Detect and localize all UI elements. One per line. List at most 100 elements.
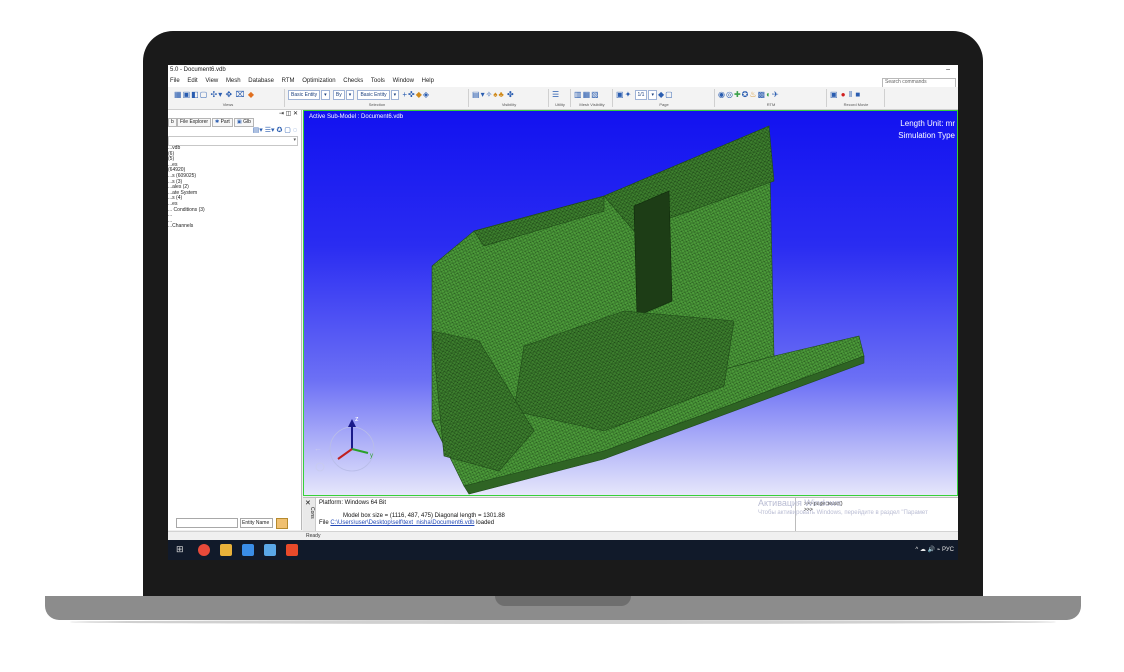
menu-file[interactable]: File: [170, 78, 180, 84]
window-title: 5.0 - Document6.vdb: [170, 67, 226, 73]
length-unit-label: Length Unit: mr: [900, 119, 955, 128]
laptop-shadow: [70, 620, 1056, 624]
menu-bar: File Edit View Mesh Database RTM Optimiz…: [168, 77, 958, 88]
tree-filter-select[interactable]: ▾: [168, 136, 298, 146]
rtm-group: ◉◎✚✪♨▩◐✈ RTM: [716, 89, 827, 107]
select-by-dropdown[interactable]: ▾: [345, 90, 355, 100]
simulation-type-label: Simulation Type: [898, 131, 955, 140]
record-movie-group-label: Record Movie: [843, 102, 869, 107]
task-view-icon[interactable]: ⊞: [176, 544, 188, 556]
utility-group-label: Utility: [555, 102, 565, 107]
picker-icon[interactable]: ◆: [416, 90, 422, 99]
mesh-model[interactable]: [304, 111, 958, 496]
utility-icons[interactable]: ☰: [552, 90, 560, 100]
record-icon[interactable]: ●: [841, 90, 846, 99]
glb-icon: ▣: [237, 119, 242, 125]
pause-icon[interactable]: ‖: [849, 90, 852, 99]
visibility-group: ▤▾✧♠♣ ✤ Visibility: [470, 89, 549, 107]
visibility-group-label: Visibility: [501, 102, 517, 107]
3d-viewport[interactable]: Active Sub-Model : Document6.vdb Length …: [303, 110, 958, 496]
filter-icon[interactable]: ◈: [423, 90, 429, 99]
inner-slot: [633, 190, 673, 317]
secondary-entity-dropdown[interactable]: ▾: [390, 90, 400, 100]
model-tree-panel: ⇥ ◫ ✕ b File Explorer ✱ Part ▣ Glb ▤▾ ☰▾…: [168, 110, 302, 530]
model-tree: ...vdb (6) (5) ...es (64920) ...s (60902…: [168, 145, 298, 230]
rtm-icons[interactable]: ◉◎✚✪♨▩◐✈: [718, 90, 780, 100]
rotate-left-icon: ←: [314, 444, 322, 453]
mesh-visibility-icons[interactable]: ▥▦▧: [574, 90, 600, 100]
console-tab-label[interactable]: Cons: [309, 507, 315, 519]
minimize-button[interactable]: –: [946, 66, 950, 73]
powerpoint-icon[interactable]: [286, 544, 298, 556]
tab-partial[interactable]: b: [168, 118, 177, 127]
menu-checks[interactable]: Checks: [343, 78, 363, 84]
ribbon-toolbar: ▦▣◧▢ ✣▾ ✥ ⌧ ◆ Views Basic Entity ▾ By ▾ Ba…: [168, 87, 958, 110]
menu-window[interactable]: Window: [393, 78, 414, 84]
views-group: ▦▣◧▢ ✣▾ ✥ ⌧ ◆ Views: [172, 89, 285, 107]
menu-help[interactable]: Help: [422, 78, 434, 84]
close-icon[interactable]: ✕: [305, 499, 311, 507]
chevron-down-icon: ▾: [293, 137, 296, 143]
tab-part[interactable]: ✱ Part: [212, 118, 233, 127]
zoom-icon: [315, 462, 325, 472]
select-by-select[interactable]: By: [332, 90, 345, 100]
secondary-entity-select[interactable]: Basic Entity: [357, 90, 390, 100]
select-icon[interactable]: ✜: [408, 90, 415, 99]
page-group: ▣✦ 1/1 ▾ ◆▢ Page: [614, 89, 715, 107]
axis-z-label: z: [355, 416, 359, 423]
menu-tools[interactable]: Tools: [371, 78, 385, 84]
store-icon[interactable]: [242, 544, 254, 556]
menu-rtm[interactable]: RTM: [282, 78, 295, 84]
status-text: Ready: [306, 533, 321, 539]
title-bar: 5.0 - Document6.vdb –: [168, 65, 958, 77]
page-group-label: Page: [659, 102, 669, 107]
mesh-visibility-group: ▥▦▧ Mesh Visibility: [572, 89, 613, 107]
tree-item[interactable]: ...Channels: [168, 224, 298, 230]
platform-line: Platform: Windows 64 Bit: [319, 500, 387, 506]
file-path-link[interactable]: C:\Users\user\Desktop\self\text_nisha\Do…: [330, 520, 474, 526]
tab-file-explorer[interactable]: File Explorer: [177, 118, 212, 127]
screen: 5.0 - Document6.vdb – File Edit View Mes…: [168, 65, 958, 560]
visibility-icons[interactable]: ▤▾✧♠♣ ✤: [472, 90, 515, 100]
activation-watermark-title: Активация Windows: [758, 498, 841, 508]
menu-edit[interactable]: Edit: [187, 78, 197, 84]
entity-type-select[interactable]: Basic Entity: [288, 90, 321, 100]
page-icon[interactable]: ▣: [616, 90, 624, 99]
windows-taskbar: ⊞ ^ ☁ 🔊 ⌁ РУС: [168, 540, 958, 560]
stop-icon[interactable]: ■: [855, 90, 860, 99]
plus-icon[interactable]: +: [402, 90, 407, 99]
page-frame-icon[interactable]: ▢: [665, 90, 673, 99]
entity-filter-bar: Entity Name: [176, 518, 296, 529]
axis-triad-icon[interactable]: z y ←: [310, 411, 380, 481]
selection-group-label: Selection: [368, 102, 386, 107]
menu-optimization[interactable]: Optimization: [302, 78, 335, 84]
app-icon[interactable]: [264, 544, 276, 556]
filter-value-select[interactable]: [176, 518, 238, 528]
page-add-icon[interactable]: ✦: [625, 90, 632, 99]
part-icon: ✱: [215, 119, 220, 125]
filter-apply-button[interactable]: [276, 518, 288, 529]
tree-tools-icons[interactable]: ▤▾ ☰▾ ✪ ▢ ◌: [253, 126, 297, 134]
page-select[interactable]: 1/1: [634, 90, 648, 100]
views-group-label: Views: [222, 102, 234, 107]
chrome-icon[interactable]: [198, 544, 210, 556]
axis-y-label: y: [370, 453, 373, 459]
tab-glb[interactable]: ▣ Glb: [234, 118, 254, 127]
laptop-notch: [495, 596, 631, 606]
views-icons[interactable]: ▦▣◧▢ ✣▾ ✥ ⌧ ◆: [174, 90, 255, 100]
camera-icon[interactable]: ▣: [830, 90, 838, 99]
menu-mesh[interactable]: Mesh: [226, 78, 241, 84]
selection-group: Basic Entity ▾ By ▾ Basic Entity ▾ +✜◆◈ Sel…: [286, 89, 469, 107]
page-nav-icon[interactable]: ◆: [658, 90, 664, 99]
record-movie-group: ▣ ● ‖ ■ Record Movie: [828, 89, 885, 107]
entity-name-select[interactable]: Entity Name: [240, 518, 273, 528]
menu-view[interactable]: View: [205, 78, 218, 84]
panel-controls-icon[interactable]: ⇥ ◫ ✕: [279, 110, 298, 117]
menu-database[interactable]: Database: [248, 78, 274, 84]
entity-type-dropdown[interactable]: ▾: [321, 90, 330, 100]
file-explorer-icon[interactable]: [220, 544, 232, 556]
page-dropdown[interactable]: ▾: [648, 90, 657, 100]
activation-watermark-text: Чтобы активировать Windows, перейдите в …: [758, 510, 928, 516]
system-tray[interactable]: ^ ☁ 🔊 ⌁ РУС: [915, 546, 954, 553]
model-box-line: Model box size = (1116, 487, 475) Diagon…: [343, 513, 505, 519]
